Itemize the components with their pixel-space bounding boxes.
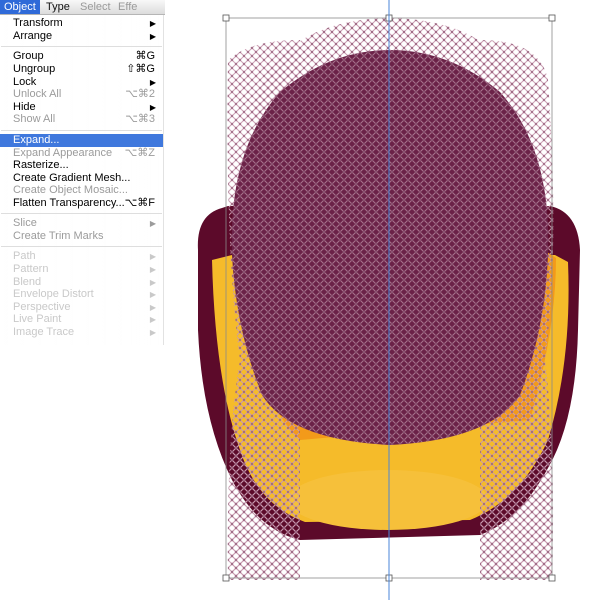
menu-item-label: Create Object Mosaic... — [13, 184, 128, 196]
menu-item-envelope-distort[interactable]: Envelope Distort ▶ — [0, 288, 163, 301]
submenu-arrow-icon: ▶ — [149, 219, 156, 228]
menu-item-label: Path — [13, 250, 36, 262]
submenu-arrow-icon: ▶ — [149, 315, 156, 324]
menu-item-create-trim-marks[interactable]: Create Trim Marks — [0, 230, 163, 243]
menu-item-label: Rasterize... — [13, 159, 69, 171]
menu-item-label: Slice — [13, 217, 37, 229]
menu-item-image-trace[interactable]: Image Trace ▶ — [0, 326, 163, 339]
menu-object[interactable]: Object — [0, 0, 40, 14]
shortcut-label: ⌥⌘3 — [125, 113, 155, 125]
menu-item-group[interactable]: Group ⌘G — [0, 50, 163, 63]
menu-item-unlock-all[interactable]: Unlock All ⌥⌘2 — [0, 88, 163, 101]
submenu-arrow-icon: ▶ — [149, 290, 156, 299]
menu-item-slice[interactable]: Slice ▶ — [0, 217, 163, 230]
menu-item-label: Create Trim Marks — [13, 230, 104, 242]
menu-select[interactable]: Select — [76, 0, 115, 14]
handle-bottom-left[interactable] — [222, 574, 230, 582]
submenu-arrow-icon: ▶ — [149, 328, 156, 337]
shortcut-label: ⌥⌘F — [124, 197, 155, 209]
menu-separator — [1, 130, 162, 131]
menu-item-label: Arrange — [13, 30, 53, 42]
menu-separator — [1, 46, 162, 47]
menu-item-label: Group — [13, 50, 44, 62]
menu-item-show-all[interactable]: Show All ⌥⌘3 — [0, 113, 163, 126]
submenu-arrow-icon: ▶ — [149, 32, 156, 41]
menu-item-label: Envelope Distort — [13, 288, 94, 300]
shortcut-label: ⌘G — [135, 50, 155, 62]
menu-item-arrange[interactable]: Arrange ▶ — [0, 30, 163, 43]
submenu-arrow-icon: ▶ — [149, 19, 156, 28]
submenu-arrow-icon: ▶ — [149, 252, 156, 261]
menu-item-flatten-transparency[interactable]: Flatten Transparency... ⌥⌘F — [0, 197, 163, 210]
menu-item-path[interactable]: Path ▶ — [0, 250, 163, 263]
menu-item-rasterize[interactable]: Rasterize... — [0, 159, 163, 172]
menu-item-transform[interactable]: Transform ▶ — [0, 17, 163, 30]
menu-item-ungroup[interactable]: Ungroup ⇧⌘G — [0, 63, 163, 76]
menu-item-label: Flatten Transparency... — [13, 197, 125, 209]
menu-item-label: Pattern — [13, 263, 49, 275]
handle-bottom-right[interactable] — [548, 574, 556, 582]
menu-item-expand[interactable]: Expand... — [0, 134, 163, 147]
menu-item-label: Transform — [13, 17, 63, 29]
menu-item-label: Show All — [13, 113, 56, 125]
menu-effect[interactable]: Effe — [114, 0, 141, 14]
menu-separator — [1, 246, 162, 247]
face-dome[interactable] — [231, 50, 549, 445]
menu-item-live-paint[interactable]: Live Paint ▶ — [0, 313, 163, 326]
shortcut-label: ⇧⌘G — [126, 63, 155, 75]
menu-item-label: Live Paint — [13, 313, 62, 325]
menu-bar: Object Type Select Effe — [0, 0, 165, 15]
submenu-arrow-icon: ▶ — [149, 265, 156, 274]
menu-type[interactable]: Type — [42, 0, 74, 14]
menu-item-label: Unlock All — [13, 88, 62, 100]
object-dropdown-menu: Transform ▶ Arrange ▶ Group ⌘G Ungroup ⇧… — [0, 15, 164, 345]
handle-top-left[interactable] — [222, 14, 230, 22]
helmet-chin-highlight — [288, 470, 488, 530]
menu-item-label: Expand... — [13, 134, 60, 146]
menu-item-pattern[interactable]: Pattern ▶ — [0, 263, 163, 276]
menu-item-label: Image Trace — [13, 326, 75, 338]
handle-top-right[interactable] — [548, 14, 556, 22]
shortcut-label: ⌥⌘2 — [125, 88, 155, 100]
menu-item-create-object-mosaic[interactable]: Create Object Mosaic... — [0, 184, 163, 197]
menu-separator — [1, 213, 162, 214]
menu-item-label: Ungroup — [13, 63, 56, 75]
